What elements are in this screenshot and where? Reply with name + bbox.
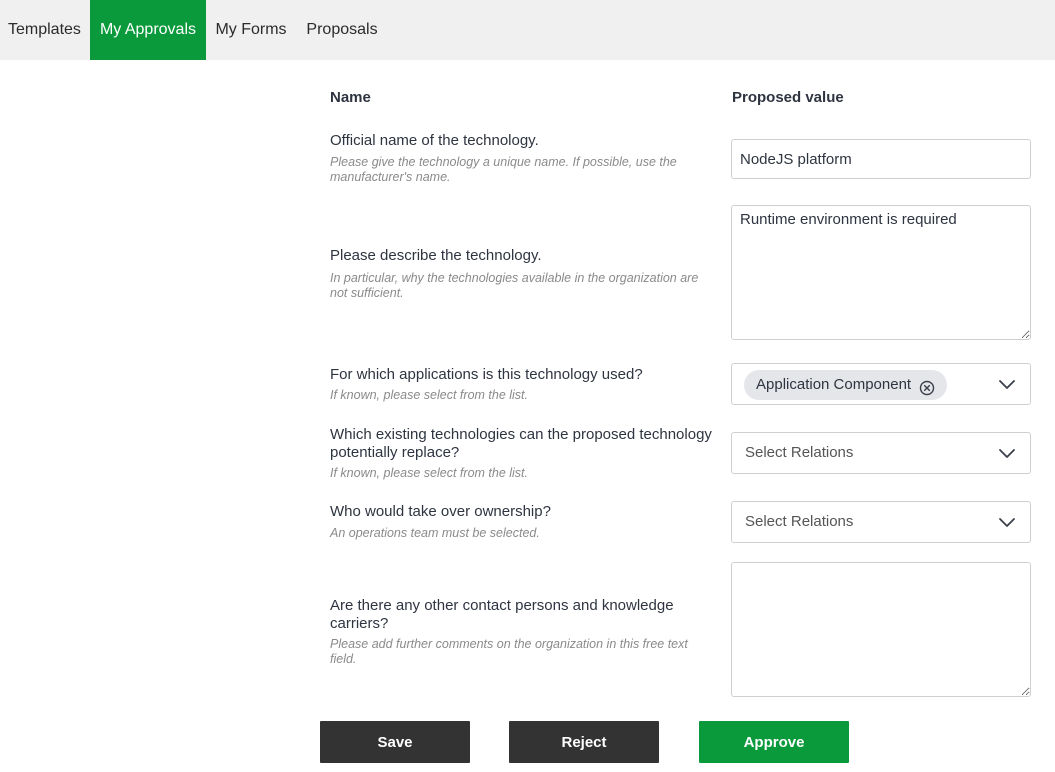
chevron-down-icon[interactable] xyxy=(998,377,1016,389)
question-label-replace: Which existing technologies can the prop… xyxy=(330,426,712,461)
chevron-down-icon[interactable] xyxy=(998,515,1016,527)
question-hint-replace: If known, please select from the list. xyxy=(330,466,529,480)
tab-proposals[interactable]: Proposals xyxy=(296,0,388,60)
question-hint-tech-name: Please give the technology a unique name… xyxy=(330,155,677,184)
question-hint-contacts: Please add further comments on the organ… xyxy=(330,637,688,666)
tech-name-input[interactable] xyxy=(731,139,1031,179)
contacts-textarea[interactable] xyxy=(731,562,1031,697)
question-label-ownership: Who would take over ownership? xyxy=(330,503,551,520)
question-hint-description: In particular, why the technologies avai… xyxy=(330,271,699,300)
close-circle-icon[interactable] xyxy=(919,377,935,396)
tab-my-forms[interactable]: My Forms xyxy=(206,0,296,60)
applications-select[interactable]: Application Component xyxy=(731,363,1031,405)
selected-chip: Application Component xyxy=(744,370,948,400)
question-label-description: Please describe the technology. xyxy=(330,247,542,264)
question-label-tech-name: Official name of the technology. xyxy=(330,132,539,149)
question-hint-applications: If known, please select from the list. xyxy=(330,388,529,402)
question-hint-ownership: An operations team must be selected. xyxy=(330,526,540,540)
select-placeholder: Select Relations xyxy=(745,513,854,530)
save-button[interactable]: Save xyxy=(320,721,470,763)
question-label-contacts: Are there any other contact persons and … xyxy=(330,597,674,632)
tab-my-approvals[interactable]: My Approvals xyxy=(90,0,206,60)
top-nav: Templates My Approvals My Forms Proposal… xyxy=(0,0,1055,60)
tab-templates[interactable]: Templates xyxy=(0,0,90,60)
ownership-select[interactable]: Select Relations xyxy=(731,501,1031,543)
chevron-down-icon[interactable] xyxy=(998,446,1016,458)
reject-button[interactable]: Reject xyxy=(509,721,659,763)
chip-label: Application Component xyxy=(756,376,912,393)
question-label-applications: For which applications is this technolog… xyxy=(330,366,643,383)
select-placeholder: Select Relations xyxy=(745,444,854,461)
column-header-proposed-value: Proposed value xyxy=(732,89,844,106)
description-textarea[interactable]: Runtime environment is required xyxy=(731,205,1031,340)
replace-technologies-select[interactable]: Select Relations xyxy=(731,432,1031,474)
column-header-name: Name xyxy=(330,89,371,106)
approve-button[interactable]: Approve xyxy=(699,721,849,763)
